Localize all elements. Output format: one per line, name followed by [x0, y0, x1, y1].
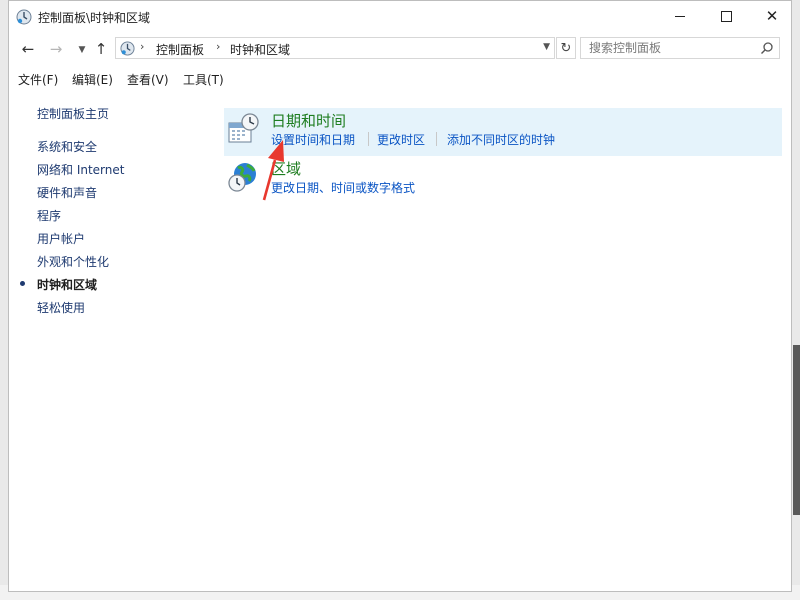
- nav-network-internet[interactable]: 网络和 Internet: [37, 161, 124, 178]
- arrow-up-icon: ↑: [94, 40, 108, 58]
- address-bar[interactable]: › 控制面板 › 时钟和区域 ▼: [115, 37, 555, 59]
- minimize-icon: [675, 15, 685, 17]
- calendar-clock-icon[interactable]: [227, 113, 259, 145]
- link-divider: [436, 132, 437, 146]
- control-panel-icon: [120, 41, 135, 56]
- refresh-icon: ↻: [560, 40, 572, 56]
- arrow-left-icon: ←: [21, 40, 35, 58]
- up-button[interactable]: ↑: [91, 39, 111, 59]
- window-title: 控制面板\时钟和区域: [38, 11, 151, 25]
- nav-programs[interactable]: 程序: [37, 207, 61, 224]
- link-divider: [368, 132, 369, 146]
- arrow-right-icon: →: [49, 40, 63, 58]
- nav-hardware-sound[interactable]: 硬件和声音: [37, 184, 97, 201]
- title-bar: 控制面板\时钟和区域 ✕: [9, 1, 791, 33]
- nav-appearance[interactable]: 外观和个性化: [37, 253, 109, 270]
- chevron-right-icon[interactable]: ›: [140, 40, 144, 53]
- nav-ease-of-access[interactable]: 轻松使用: [37, 299, 85, 316]
- forward-button[interactable]: →: [46, 39, 66, 59]
- close-icon: ✕: [765, 7, 779, 25]
- background-edge: [793, 345, 800, 515]
- globe-clock-icon[interactable]: [227, 161, 259, 193]
- search-box[interactable]: [580, 37, 780, 59]
- control-panel-icon: [16, 9, 32, 25]
- category-region: 区域 更改日期、时间或数字格式: [224, 156, 782, 200]
- breadcrumb-control-panel[interactable]: 控制面板: [156, 41, 204, 58]
- refresh-button[interactable]: ↻: [556, 37, 576, 59]
- nav-user-accounts[interactable]: 用户帐户: [37, 230, 85, 247]
- annotation-arrow-icon: [262, 140, 284, 201]
- menu-edit[interactable]: 编辑(E): [72, 71, 113, 88]
- link-add-clocks[interactable]: 添加不同时区的时钟: [447, 131, 555, 148]
- search-icon[interactable]: [760, 41, 774, 55]
- category-title-date-time[interactable]: 日期和时间: [271, 110, 346, 131]
- category-date-time: 日期和时间 设置时间和日期 更改时区 添加不同时区的时钟: [224, 108, 782, 156]
- search-input[interactable]: [589, 40, 749, 56]
- menu-view[interactable]: 查看(V): [127, 71, 169, 88]
- back-button[interactable]: ←: [18, 39, 38, 59]
- close-button[interactable]: ✕: [749, 1, 795, 31]
- nav-system-security[interactable]: 系统和安全: [37, 138, 97, 155]
- chevron-right-icon[interactable]: ›: [216, 40, 220, 53]
- menu-file[interactable]: 文件(F): [18, 71, 58, 88]
- nav-control-panel-home[interactable]: 控制面板主页: [37, 105, 109, 122]
- control-panel-window: 控制面板\时钟和区域 ✕ ← → ▼ ↑ › 控制面板 › 时钟和区域 ▼ ↻ …: [8, 0, 792, 592]
- chevron-down-icon[interactable]: ▼: [543, 42, 550, 52]
- maximize-button[interactable]: [703, 1, 749, 31]
- menu-tools[interactable]: 工具(T): [183, 71, 224, 88]
- nav-clock-region: 时钟和区域: [37, 278, 98, 292]
- breadcrumb-clock-region[interactable]: 时钟和区域: [230, 41, 290, 58]
- maximize-icon: [720, 10, 732, 22]
- minimize-button[interactable]: [657, 1, 703, 31]
- chevron-down-icon: ▼: [78, 45, 86, 55]
- current-item-bullet: [20, 281, 25, 286]
- link-change-time-zone[interactable]: 更改时区: [377, 131, 425, 148]
- menu-bar: 文件(F) 编辑(E) 查看(V) 工具(T): [9, 67, 791, 89]
- recent-locations-button[interactable]: ▼: [72, 40, 92, 60]
